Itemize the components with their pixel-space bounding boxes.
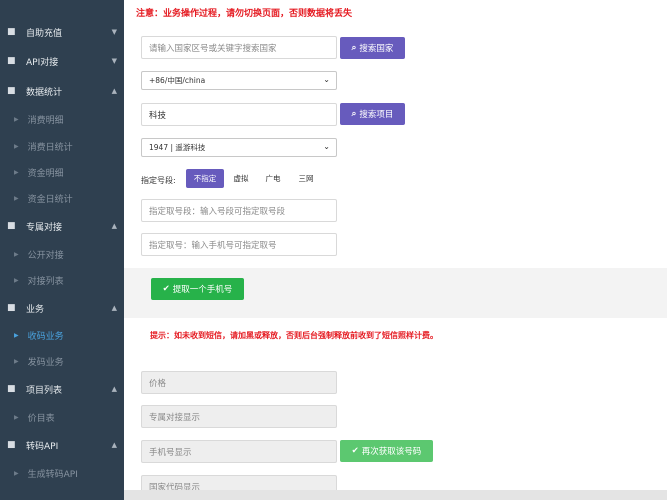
sidebar-item-label: 生成转码API [27, 469, 78, 480]
caret-right-icon: ▶ [14, 331, 19, 339]
caret-right-icon: ▶ [14, 115, 19, 123]
caret-right-icon: ▶ [14, 357, 19, 365]
search-icon: ⌕ [351, 109, 357, 119]
folder-icon: ■ [7, 302, 16, 313]
sidebar-group-label: 数据统计 [26, 87, 63, 98]
folder-icon: ■ [7, 85, 16, 96]
country-select-value: +86/中国/china [149, 76, 206, 85]
sidebar-item-label: 对接列表 [27, 276, 64, 287]
sidebar-item-label: 消费日统计 [27, 142, 73, 153]
sidebar-item-price-list[interactable]: ▶ 价目表 [0, 404, 124, 430]
phone-field: 手机号显示 [141, 440, 337, 463]
sidebar-item-receive-code[interactable]: ▶ 收码业务 [0, 322, 124, 348]
refetch-label: 再次获取该号码 [361, 447, 422, 457]
chevron-up-icon: ▲ [111, 441, 117, 449]
chevron-down-icon: ⌄ [323, 142, 330, 151]
caret-right-icon: ▶ [14, 250, 19, 258]
segment-label: 指定号段: [141, 176, 176, 185]
caret-right-icon: ▶ [14, 142, 19, 150]
bottom-bar [124, 490, 667, 500]
tip-text: 提示：如未收到短信，请加黑或释放，否则后台强制释放前收到了短信照样计费。 [150, 331, 438, 340]
sidebar-group-label: 自助充值 [26, 28, 63, 39]
sidebar-group-exclusive[interactable]: ■ 专属对接 ▲ [0, 213, 124, 239]
sidebar-item-label: 资金日统计 [27, 194, 73, 205]
main-content: 注意：业务操作过程，请勿切换页面，否则数据将丢失 请输入国家区号或关键字搜索国家… [124, 0, 667, 500]
segment-option-virtual[interactable]: 虚拟 [228, 169, 254, 188]
folder-icon: ■ [7, 383, 16, 394]
exclusive-field: 专属对接显示 [141, 405, 337, 428]
sidebar-group-api[interactable]: ■ API对接 ▼ [0, 48, 124, 74]
chevron-down-icon: ▼ [111, 57, 117, 65]
chevron-down-icon: ⌄ [323, 75, 330, 84]
search-project-label: 搜索项目 [359, 110, 394, 120]
caret-right-icon: ▶ [14, 168, 19, 176]
sidebar-item-public-dock[interactable]: ▶ 公开对接 [0, 241, 124, 267]
sidebar-group-label: API对接 [26, 57, 59, 68]
sidebar-item-label: 发码业务 [27, 357, 64, 368]
folder-icon: ■ [7, 220, 16, 231]
project-select-value: 1947 | 遥游科技 [149, 143, 206, 152]
folder-icon: ■ [7, 26, 16, 37]
folder-icon: ■ [7, 439, 16, 450]
warning-text: 注意：业务操作过程，请勿切换页面，否则数据将丢失 [136, 9, 353, 19]
sidebar-group-stats[interactable]: ■ 数据统计 ▲ [0, 78, 124, 104]
chevron-down-icon: ▼ [111, 28, 117, 36]
sidebar-group-projects[interactable]: ■ 项目列表 ▲ [0, 376, 124, 402]
search-country-label: 搜索国家 [359, 44, 394, 54]
sidebar-item-send-code[interactable]: ▶ 发码业务 [0, 348, 124, 374]
sidebar-item-dock-list[interactable]: ▶ 对接列表 [0, 267, 124, 293]
sidebar: ■ 自助充值 ▼ ■ API对接 ▼ ■ 数据统计 ▲ ▶ 消费明细 ▶ 消费日… [0, 0, 124, 500]
sidebar-group-label: 转码API [26, 441, 59, 452]
refetch-button[interactable]: ✔ 再次获取该号码 [340, 440, 433, 462]
sidebar-group-label: 专属对接 [26, 222, 63, 233]
chevron-up-icon: ▲ [111, 304, 117, 312]
caret-right-icon: ▶ [14, 469, 19, 477]
project-search-input[interactable]: 科技 [141, 103, 337, 126]
sidebar-item-fund-detail[interactable]: ▶ 资金明细 [0, 159, 124, 185]
segment-option-tri-network[interactable]: 三网 [293, 169, 319, 188]
price-field: 价格 [141, 371, 337, 394]
sidebar-item-label: 价目表 [27, 413, 55, 424]
project-select[interactable]: 1947 | 遥游科技 ⌄ [141, 138, 337, 157]
search-country-button[interactable]: ⌕ 搜索国家 [340, 37, 405, 59]
chevron-up-icon: ▲ [111, 222, 117, 230]
segment-option-none[interactable]: 不指定 [186, 169, 224, 188]
segment-option-broadcast[interactable]: 广电 [260, 169, 286, 188]
chevron-up-icon: ▲ [111, 87, 117, 95]
sidebar-item-label: 公开对接 [27, 250, 64, 261]
sidebar-group-business[interactable]: ■ 业务 ▲ [0, 295, 124, 321]
check-icon: ✔ [162, 284, 170, 294]
check-icon: ✔ [351, 446, 359, 456]
sidebar-item-label: 收码业务 [27, 331, 64, 342]
sidebar-item-label: 消费明细 [27, 115, 64, 126]
phone-input[interactable]: 指定取号：输入手机号可指定取号 [141, 233, 337, 256]
sidebar-group-recharge[interactable]: ■ 自助充值 ▼ [0, 19, 124, 45]
country-select[interactable]: +86/中国/china ⌄ [141, 71, 337, 90]
segment-input[interactable]: 指定取号段：输入号段可指定取号段 [141, 199, 337, 222]
sidebar-group-label: 业务 [26, 304, 45, 315]
fetch-phone-button[interactable]: ✔ 提取一个手机号 [151, 278, 244, 300]
sidebar-group-transcode-api[interactable]: ■ 转码API ▲ [0, 432, 124, 458]
caret-right-icon: ▶ [14, 194, 19, 202]
country-search-input[interactable]: 请输入国家区号或关键字搜索国家 [141, 36, 337, 59]
sidebar-item-fund-daily[interactable]: ▶ 资金日统计 [0, 185, 124, 211]
folder-icon: ■ [7, 55, 16, 66]
caret-right-icon: ▶ [14, 276, 19, 284]
sidebar-item-consume-detail[interactable]: ▶ 消费明细 [0, 106, 124, 132]
sidebar-item-consume-daily[interactable]: ▶ 消费日统计 [0, 133, 124, 159]
sidebar-item-gen-transcode-api[interactable]: ▶ 生成转码API [0, 460, 124, 486]
sidebar-group-label: 项目列表 [26, 385, 63, 396]
chevron-up-icon: ▲ [111, 385, 117, 393]
sidebar-item-label: 资金明细 [27, 168, 64, 179]
caret-right-icon: ▶ [14, 413, 19, 421]
search-project-button[interactable]: ⌕ 搜索项目 [340, 103, 405, 125]
search-icon: ⌕ [351, 43, 357, 53]
fetch-phone-label: 提取一个手机号 [172, 285, 233, 295]
